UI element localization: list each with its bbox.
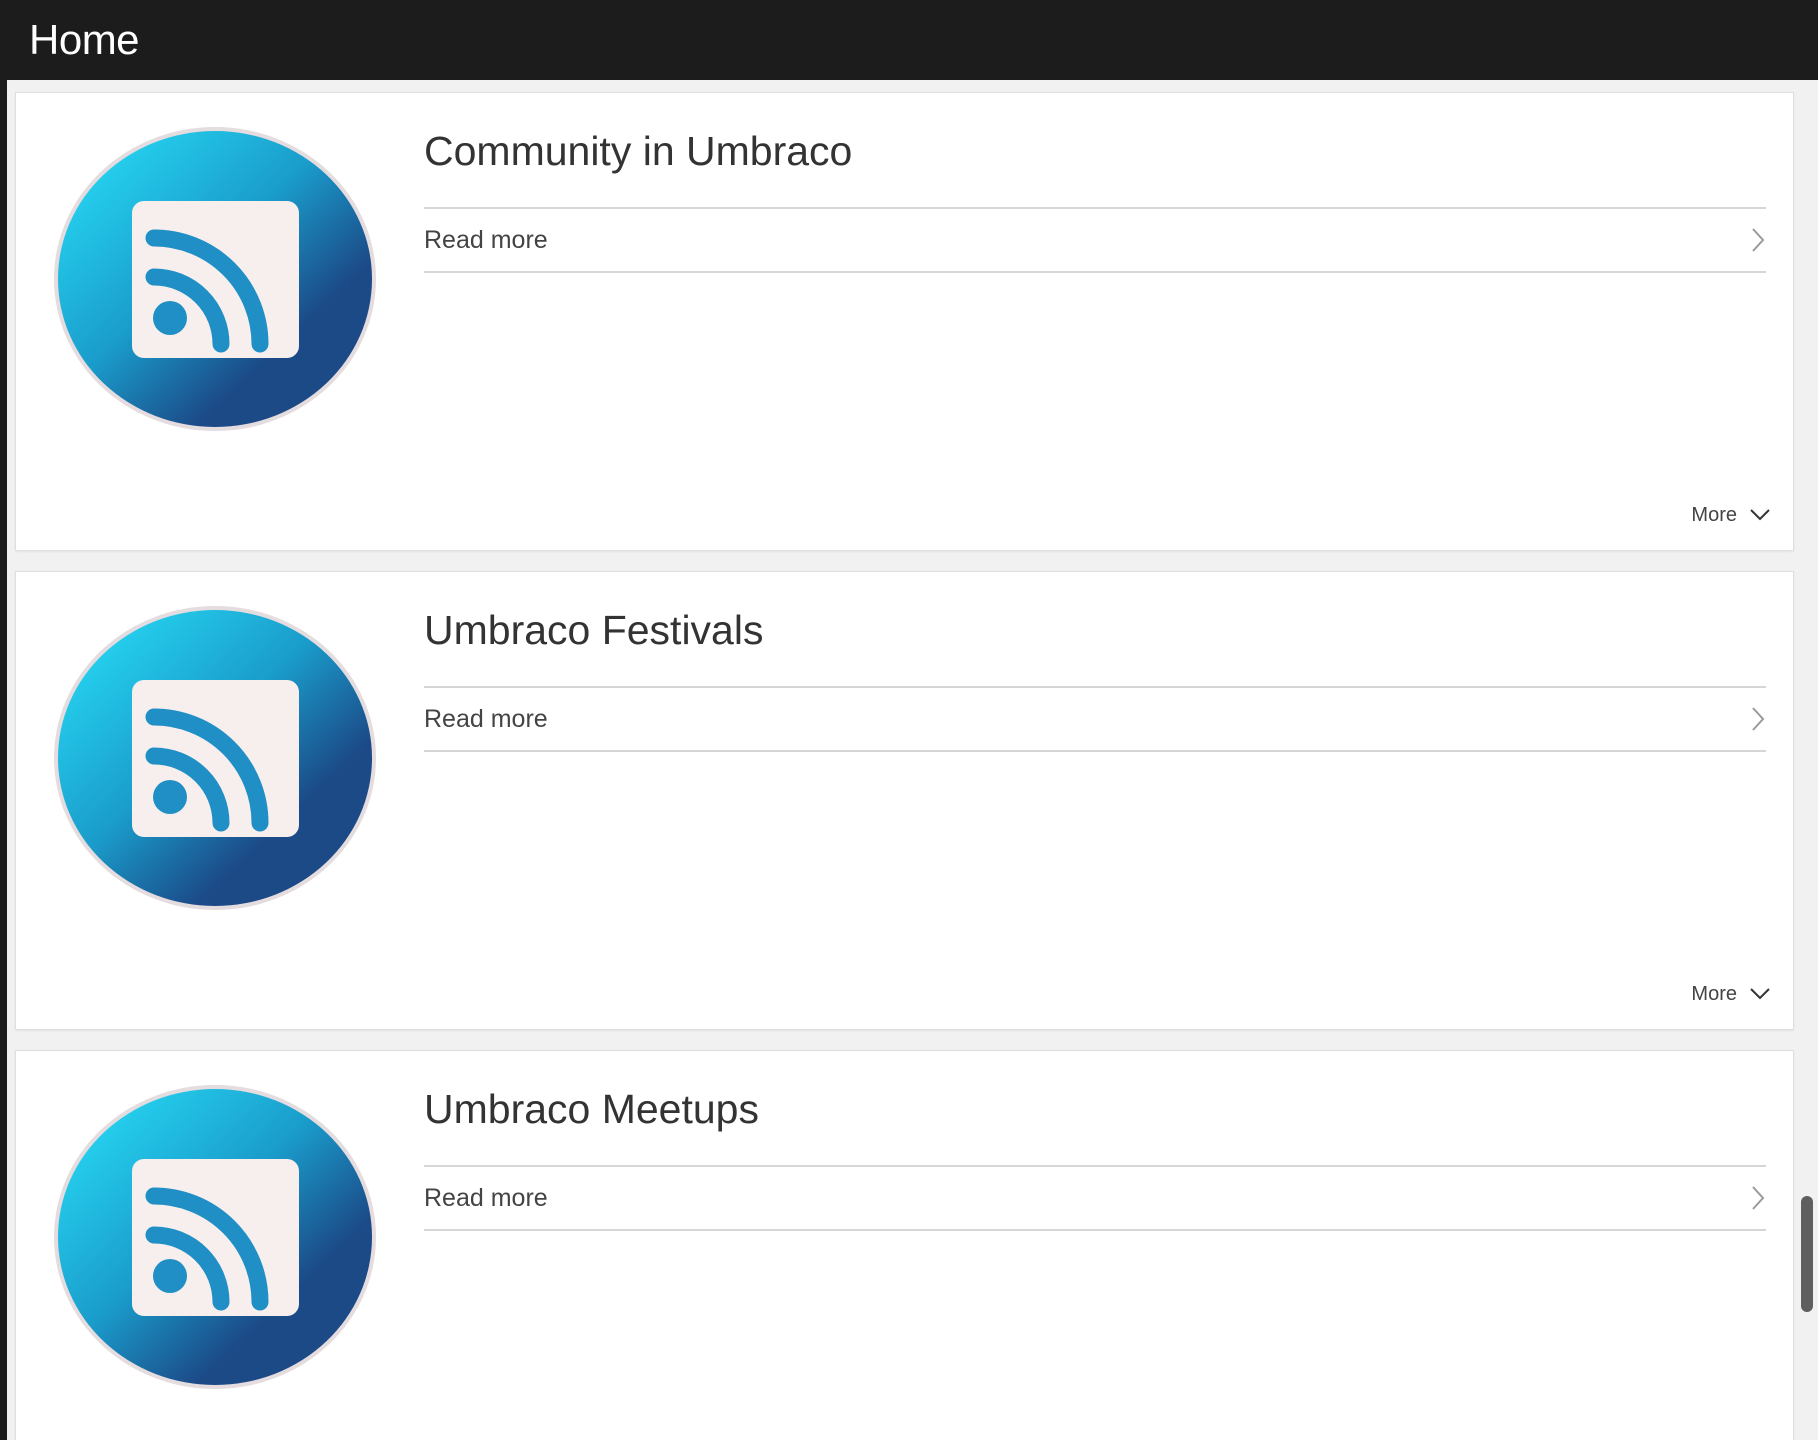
rss-feed-icon[interactable]: [53, 126, 377, 432]
page-title: Home: [29, 16, 140, 63]
more-label: More: [1691, 503, 1737, 526]
feed-card: Community in Umbraco Read more More: [16, 93, 1793, 550]
scrollbar-thumb[interactable]: [1801, 1196, 1813, 1312]
read-more-label: Read more: [424, 226, 548, 254]
more-toggle-button[interactable]: More: [1691, 979, 1771, 1009]
chevron-right-icon: [1752, 1186, 1765, 1210]
chevron-right-icon: [1752, 707, 1765, 731]
feed-card: Umbraco Meetups Read more: [16, 1051, 1793, 1440]
rss-feed-icon[interactable]: [53, 605, 377, 911]
chevron-down-icon: [1750, 509, 1770, 521]
card-title[interactable]: Umbraco Festivals: [424, 602, 763, 658]
more-label: More: [1691, 982, 1737, 1005]
feed-list[interactable]: Community in Umbraco Read more More Umbr…: [7, 80, 1797, 1440]
top-header-bar: Home: [0, 0, 1818, 80]
card-title[interactable]: Umbraco Meetups: [424, 1081, 759, 1137]
read-more-label: Read more: [424, 1184, 548, 1212]
rss-feed-icon[interactable]: [53, 1084, 377, 1390]
read-more-label: Read more: [424, 705, 548, 733]
chevron-down-icon: [1750, 988, 1770, 1000]
left-edge-border: [0, 80, 7, 1440]
card-title[interactable]: Community in Umbraco: [424, 123, 852, 179]
read-more-link[interactable]: Read more: [424, 207, 1766, 273]
read-more-link[interactable]: Read more: [424, 1165, 1766, 1231]
more-toggle-button[interactable]: More: [1691, 500, 1771, 530]
vertical-scrollbar[interactable]: [1797, 80, 1818, 1440]
feed-card: Umbraco Festivals Read more More: [16, 572, 1793, 1029]
chevron-right-icon: [1752, 228, 1765, 252]
read-more-link[interactable]: Read more: [424, 686, 1766, 752]
